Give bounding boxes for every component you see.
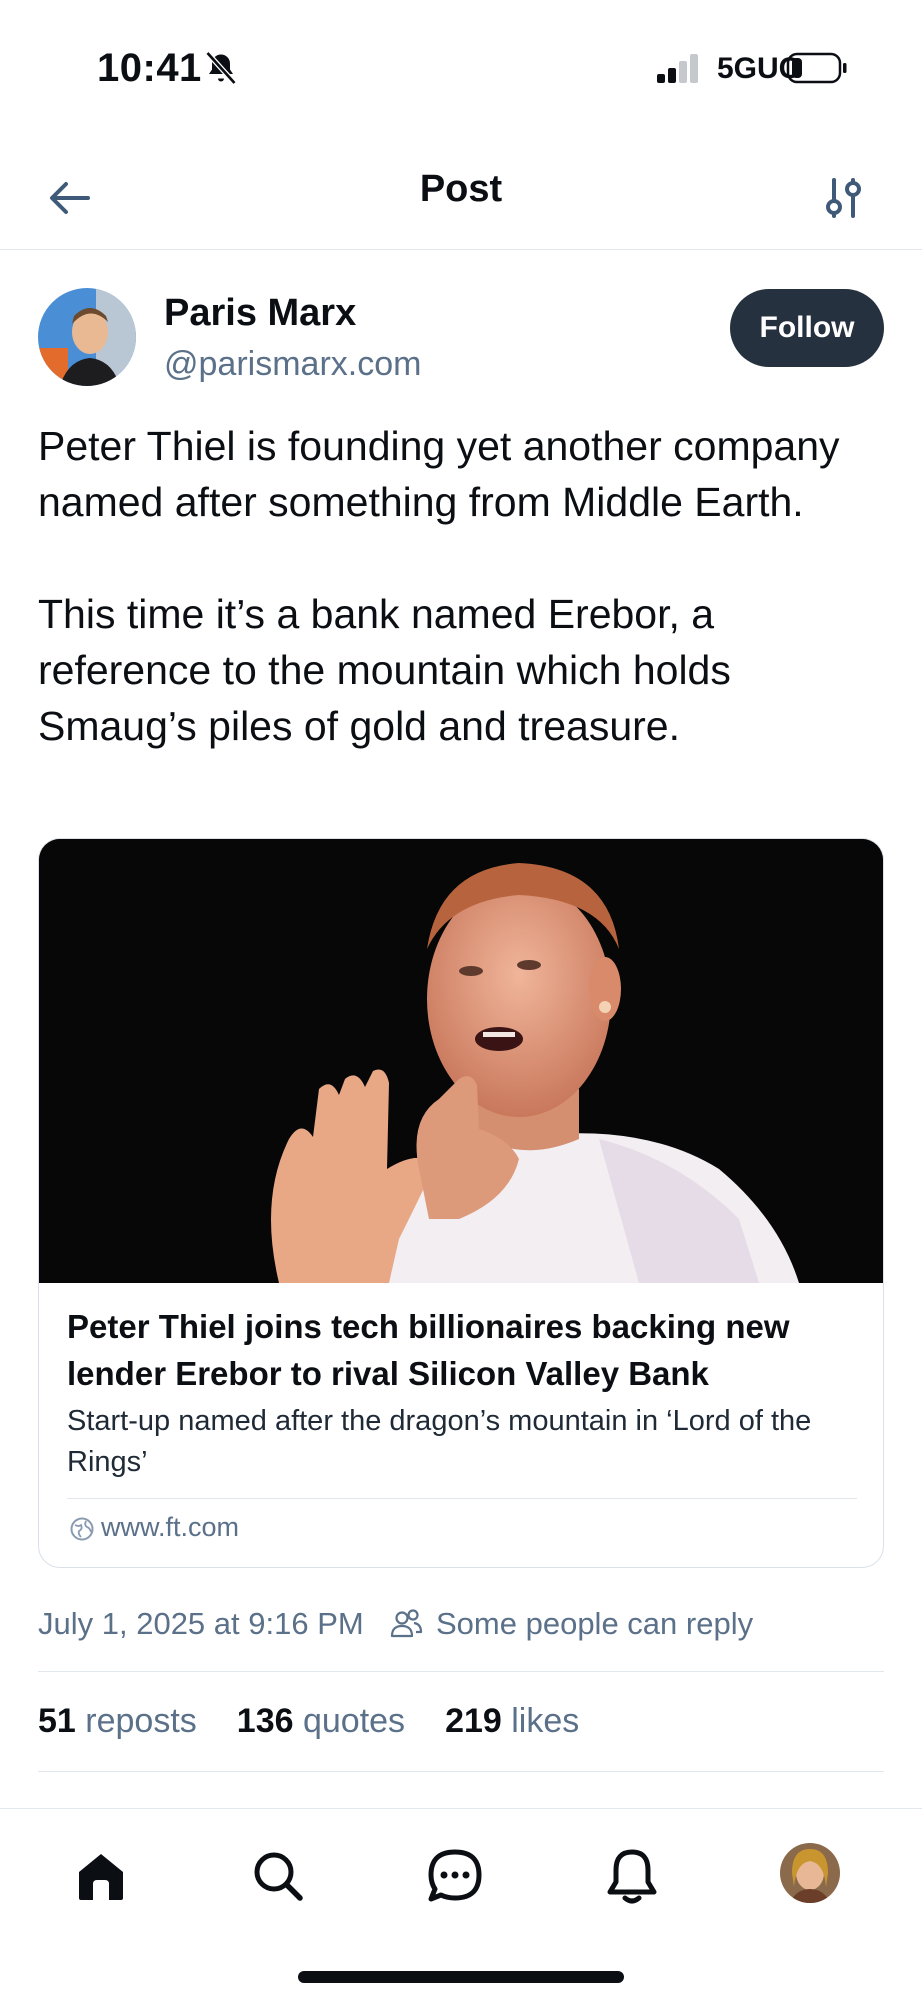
bell-icon <box>607 1849 657 1904</box>
page-title: Post <box>419 168 503 210</box>
bell-off-icon <box>205 51 237 85</box>
home-icon <box>79 1854 123 1900</box>
search-icon <box>254 1852 303 1901</box>
top-header: Post <box>0 140 922 250</box>
nav-chat[interactable] <box>420 1841 490 1911</box>
battery-icon <box>786 52 847 84</box>
follow-button[interactable]: Follow <box>730 289 884 367</box>
author-name[interactable]: Paris Marx <box>164 292 356 335</box>
reposts-label: reposts <box>85 1702 197 1740</box>
status-bar: 10:41 5GUC <box>0 0 922 120</box>
chat-icon <box>428 1849 482 1902</box>
nav-notifications[interactable] <box>597 1841 667 1911</box>
quotes-label: quotes <box>302 1702 406 1740</box>
likes-stat[interactable]: 219 likes <box>445 1702 579 1741</box>
reposts-count: 51 <box>38 1702 76 1740</box>
quotes-stat[interactable]: 136 quotes <box>237 1702 405 1741</box>
link-preview-card[interactable]: Peter Thiel joins tech billionaires back… <box>38 838 884 1568</box>
reply-setting[interactable]: Some people can reply <box>436 1606 753 1642</box>
engagement-stats: 51 reposts 136 quotes 219 likes <box>38 1702 579 1741</box>
likes-count: 219 <box>445 1702 502 1740</box>
divider <box>38 1771 884 1772</box>
bottom-navigation <box>0 1808 922 2000</box>
nav-search[interactable] <box>243 1841 313 1911</box>
nav-home[interactable] <box>66 1841 136 1911</box>
home-indicator <box>298 1971 624 1983</box>
divider <box>38 1671 884 1672</box>
link-preview-description: Start-up named after the dragon’s mounta… <box>67 1405 812 1478</box>
profile-avatar[interactable] <box>780 1843 840 1903</box>
status-time: 10:41 <box>97 46 202 90</box>
signal-icon <box>657 54 698 83</box>
reposts-stat[interactable]: 51 reposts <box>38 1702 197 1741</box>
post-body-text: Peter Thiel is founding yet another comp… <box>38 423 840 749</box>
sliders-icon[interactable] <box>816 170 872 226</box>
link-preview-title: Peter Thiel joins tech billionaires back… <box>67 1308 790 1392</box>
likes-label: likes <box>511 1702 580 1740</box>
quotes-count: 136 <box>236 1702 294 1740</box>
card-divider <box>67 1498 857 1499</box>
author-avatar[interactable] <box>38 288 136 386</box>
link-preview-domain: www.ft.com <box>101 1512 240 1542</box>
link-preview-image <box>39 839 883 1283</box>
post-timestamp: July 1, 2025 at 9:16 PM <box>38 1606 364 1641</box>
people-icon <box>390 1609 423 1638</box>
globe-icon <box>70 1517 94 1541</box>
author-handle[interactable]: @parismarx.com <box>164 345 421 384</box>
